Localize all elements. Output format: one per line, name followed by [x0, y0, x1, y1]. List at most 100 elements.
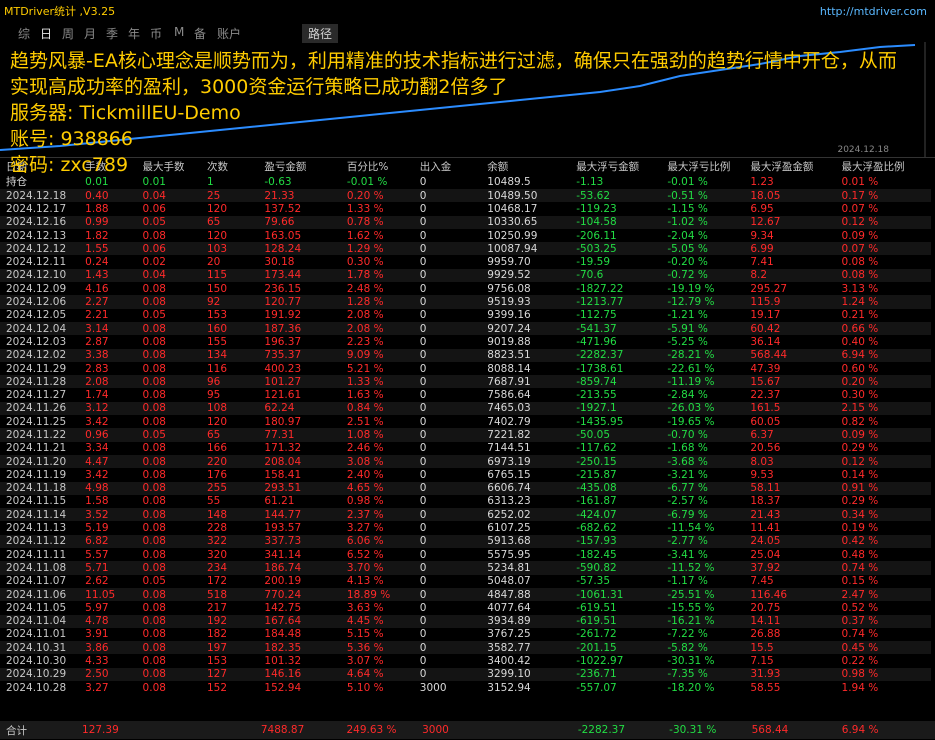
tab-summary[interactable]: 综 — [18, 25, 30, 42]
table-row[interactable]: 2024.11.01 3.91 0.08 182 184.48 5.15 % 0 3767.2… — [0, 628, 935, 641]
table-row[interactable]: 2024.11.11 5.57 0.08 320 341.14 6.52 % 0 5575.9… — [0, 548, 935, 561]
table-cell: 337.73 — [258, 534, 341, 549]
table-cell: -0.70 % — [661, 428, 745, 442]
tab-quarter[interactable]: 季 — [106, 25, 118, 42]
table-cell: 9519.93 — [481, 295, 571, 309]
table-cell: 322 — [200, 534, 259, 549]
table-cell: 0.08 — [136, 614, 201, 628]
table-cell: 0.08 — [142, 655, 166, 668]
row-date: 2024.11.05 — [6, 601, 67, 614]
row-date: 2024.12.18 — [0, 189, 80, 203]
table-cell: 9929.52 — [481, 268, 571, 283]
table-row[interactable]: 2024.12.13 1.82 0.08 120 163.05 1.62 % 0 10250.… — [0, 229, 935, 242]
table-cell: 7221.82 — [481, 428, 571, 442]
table-cell: 65 — [200, 428, 259, 442]
table-cell: 0.06 — [136, 242, 201, 256]
table-row[interactable]: 2024.10.31 3.86 0.08 197 182.35 5.36 % 0 3582.7… — [0, 641, 935, 655]
row-date: 2024.11.28 — [0, 375, 80, 389]
table-cell: 31.93 — [744, 667, 836, 681]
table-row[interactable]: 2024.12.17 1.88 0.06 120 137.52 1.33 % 0 10468.… — [0, 202, 935, 215]
tab-month[interactable]: 月 — [84, 25, 96, 42]
row-date: 2024.11.06 — [0, 587, 80, 602]
table-row[interactable]: 2024.11.12 6.82 0.08 322 337.73 6.06 % 0 5913.6… — [0, 534, 935, 549]
table-row[interactable]: 2024.11.05 5.97 0.08 217 142.75 3.63 % 0 4077.6… — [0, 601, 935, 614]
table-row[interactable]: 2024.11.06 11.05 0.08 518 770.24 18.89 % 0 4847… — [0, 587, 935, 602]
table-row[interactable]: 2024.12.10 1.43 0.04 115 173.44 1.78 % 0 9929.5… — [0, 268, 935, 283]
table-row[interactable]: 2024.10.28 3.27 0.08 152 152.94 5.10 % 3000 315… — [0, 681, 935, 694]
table-cell: 6313.23 — [487, 495, 531, 508]
table-cell: 0.20 % — [340, 189, 414, 203]
table-cell: -682.62 — [576, 522, 617, 535]
table-cell: 0.08 % — [835, 268, 935, 283]
table-scrollbar[interactable] — [931, 159, 935, 719]
table-cell: 0 — [419, 468, 427, 481]
table-row[interactable]: 2024.11.21 3.34 0.08 166 171.32 2.46 % 0 7144.5… — [0, 442, 935, 455]
table-cell: -25.51 % — [661, 587, 745, 602]
table-row[interactable]: 2024.11.19 3.42 0.08 176 158.41 2.40 % 0 6765.1… — [0, 468, 935, 481]
table-cell: 0 — [413, 268, 482, 283]
table-cell: 518 — [200, 587, 259, 602]
tab-note[interactable]: 备 — [194, 25, 206, 42]
table-row[interactable]: 2024.12.09 4.16 0.08 150 236.15 2.48 % 0 9756.0… — [0, 282, 935, 295]
tab-day[interactable]: 日 — [40, 25, 52, 42]
table-cell: 0.08 — [136, 587, 201, 602]
row-date: 2024.11.20 — [0, 454, 80, 469]
table-cell: 6.52 % — [346, 548, 384, 561]
table-cell: -557.07 — [576, 681, 617, 694]
tab-account[interactable]: 账户 — [217, 25, 241, 42]
table-row[interactable]: 2024.10.30 4.33 0.08 153 101.32 3.07 % 0 3400.4… — [0, 654, 935, 667]
table-cell: 19.17 — [750, 309, 781, 322]
table-row[interactable]: 2024.11.18 4.98 0.08 255 293.51 4.65 % 0 6606.7… — [0, 481, 935, 495]
row-date: 2024.12.10 — [0, 268, 80, 283]
table-row[interactable]: 2024.11.07 2.62 0.05 172 200.19 4.13 % 0 5048.0… — [0, 575, 935, 588]
table-cell: 0.06 — [142, 202, 166, 215]
table-cell: 0.60 % — [841, 362, 879, 375]
table-row[interactable]: 2024.12.06 2.27 0.08 92 120.77 1.28 % 0 9519.93… — [0, 295, 935, 309]
table-row[interactable]: 2024.11.27 1.74 0.08 95 121.61 1.63 % 0 7586.64… — [0, 388, 935, 401]
table-row[interactable]: 2024.11.13 5.19 0.08 228 193.57 3.27 % 0 6107.2… — [0, 521, 935, 534]
table-cell: -619.51 — [576, 601, 617, 614]
table-row[interactable]: 2024.11.14 3.52 0.08 148 144.77 2.37 % 0 6252.0… — [0, 508, 935, 522]
table-row[interactable]: 2024.12.11 0.24 0.02 20 30.18 0.30 % 0 9959.70 -… — [0, 255, 935, 268]
table-cell: -11.19 % — [661, 375, 745, 389]
table-row[interactable]: 2024.11.26 3.12 0.08 108 62.24 0.84 % 0 7465.03… — [0, 401, 935, 416]
table-row[interactable]: 2024.12.02 3.38 0.08 134 735.37 9.09 % 0 8823.5… — [0, 348, 935, 362]
totals-cell — [136, 721, 197, 739]
table-cell: 7465.03 — [481, 401, 571, 416]
table-row[interactable]: 2024.11.22 0.96 0.05 65 77.31 1.08 % 0 7221.82-… — [0, 428, 935, 442]
table-cell: 0 — [413, 348, 482, 362]
table-row[interactable]: 2024.11.04 4.78 0.08 192 167.64 4.45 % 0 3934.8… — [0, 614, 935, 628]
table-cell: -0.72 % — [661, 268, 745, 283]
table-cell: -2282.37 — [570, 348, 662, 362]
table-cell: 26.88 — [750, 628, 781, 641]
table-cell: 8.03 — [744, 454, 836, 469]
table-cell: 142.75 — [264, 601, 302, 614]
tab-week[interactable]: 周 — [62, 25, 74, 42]
row-date: 2024.11.29 — [6, 362, 67, 375]
website-link[interactable]: http://mtdriver.com — [820, 5, 927, 18]
table-row[interactable]: 2024.12.05 2.21 0.05 153 191.92 2.08 % 0 9399.1… — [0, 309, 935, 322]
table-row[interactable]: 2024.11.28 2.08 0.08 96 101.27 1.33 % 0 7687.91… — [0, 375, 935, 389]
table-row[interactable]: 2024.10.29 2.50 0.08 127 146.16 4.64 % 0 3299.1… — [0, 667, 935, 681]
tab-currency[interactable]: 币 — [150, 25, 162, 42]
table-row[interactable]: 2024.11.15 1.58 0.08 55 61.21 0.98 % 0 6313.23 -… — [0, 495, 935, 508]
tab-year[interactable]: 年 — [128, 25, 140, 42]
table-cell: 0 — [413, 375, 482, 389]
table-cell: 4847.88 — [481, 587, 571, 602]
table-cell: 0 — [413, 401, 482, 416]
table-row[interactable]: 2024.12.03 2.87 0.08 155 196.37 2.23 % 0 9019.8… — [0, 335, 935, 348]
table-row[interactable]: 2024.12.04 3.14 0.08 160 187.36 2.08 % 0 9207.2… — [0, 321, 935, 336]
table-row[interactable]: 2024.12.16 0.99 0.05 65 79.66 0.78 % 0 10330.65… — [0, 215, 935, 229]
table-row[interactable]: 2024.11.20 4.47 0.08 220 208.04 3.08 % 0 6973.1… — [0, 454, 935, 469]
table-row[interactable]: 2024.12.18 0.40 0.04 25 21.33 0.20 % 0 10489.50… — [0, 189, 935, 203]
table-cell: 5048.07 — [487, 575, 531, 588]
tab-magic[interactable]: M — [174, 25, 184, 39]
table-cell: 0.08 — [142, 495, 166, 508]
table-cell: -3.68 % — [661, 454, 745, 469]
tab-path[interactable]: 路径 — [302, 24, 339, 43]
table-row[interactable]: 2024.11.25 3.42 0.08 120 180.97 2.51 % 0 7402.7… — [0, 415, 935, 428]
table-row[interactable]: 2024.11.08 5.71 0.08 234 186.74 3.70 % 0 5234.8… — [0, 561, 935, 575]
table-row[interactable]: 2024.12.12 1.55 0.06 103 128.24 1.29 % 0 10087.… — [0, 242, 935, 256]
table-cell: 0.08 — [136, 481, 201, 495]
table-row[interactable]: 2024.11.29 2.83 0.08 116 400.23 5.21 % 0 8088.1… — [0, 362, 935, 375]
